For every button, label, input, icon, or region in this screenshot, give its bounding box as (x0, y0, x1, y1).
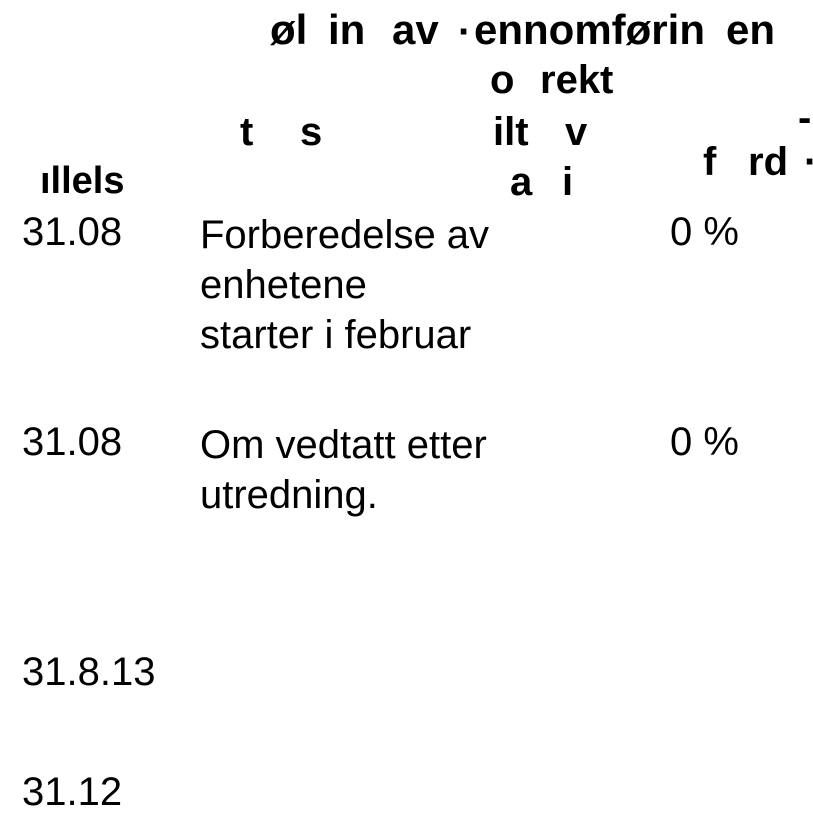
hdr-frag: i (562, 160, 573, 205)
decoration: - (798, 96, 811, 141)
cell-text: Forberedelse av enhetene starter i febru… (200, 210, 490, 360)
hdr-frag: en (726, 6, 775, 54)
hdr-frag: ennomførin (474, 6, 705, 54)
hdr-frag: t (240, 110, 253, 155)
hdr-frag: av (392, 6, 439, 54)
decoration: · (458, 10, 471, 55)
hdr-frag: v (565, 110, 587, 155)
hdr-frag: o (490, 58, 514, 103)
cell-pct: 0 % (670, 210, 790, 255)
hdr-frag: in (328, 6, 365, 54)
hdr-frag: rekt (540, 58, 613, 103)
hdr-frag: s (300, 110, 322, 155)
hdr-frag: rd (748, 140, 788, 185)
cell-date: 31.8.13 (22, 650, 172, 695)
hdr-frag: ıllels (40, 160, 125, 203)
decoration: · (804, 140, 813, 185)
hdr-frag: øl (270, 6, 307, 54)
cell-date: 31.08 (22, 420, 172, 465)
hdr-frag: ilt (493, 110, 529, 155)
cell-date: 31.08 (22, 210, 172, 255)
hdr-frag: a (510, 160, 532, 205)
cell-text: Om vedtatt etter utredning. (200, 420, 490, 520)
hdr-frag: f (703, 140, 716, 185)
cell-pct: 0 % (670, 420, 790, 465)
cell-date: 31.12 (22, 770, 172, 815)
